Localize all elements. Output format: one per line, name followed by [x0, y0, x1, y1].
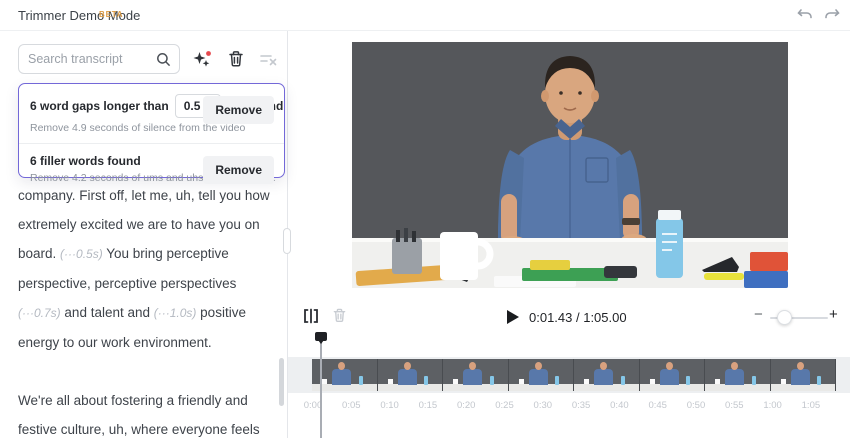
- playhead-handle[interactable]: [315, 332, 327, 341]
- trim-clip-icon[interactable]: [302, 307, 320, 325]
- transcript-paragraph[interactable]: company. First off, let me, uh, tell you…: [18, 181, 276, 357]
- ai-suggestions-icon[interactable]: [192, 49, 212, 69]
- timeline-tick-label: 1:00: [763, 400, 782, 411]
- timeline-tick-label: 0:55: [725, 400, 744, 411]
- zoom-in-button[interactable]: +: [829, 306, 838, 323]
- video-player[interactable]: [352, 42, 788, 288]
- remove-gaps-button[interactable]: Remove: [203, 96, 274, 124]
- delete-transcript-icon[interactable]: [226, 49, 246, 69]
- search-box: [18, 44, 180, 74]
- video-scene: [352, 42, 788, 288]
- word-gaps-label-prefix: 6 word gaps longer than: [30, 99, 169, 113]
- timeline-tick-label: 0:30: [534, 400, 553, 411]
- playhead: [320, 333, 322, 438]
- filmstrip-thumbnail[interactable]: [378, 359, 444, 391]
- timeline-filmstrip[interactable]: [312, 359, 836, 391]
- redo-icon[interactable]: [823, 6, 841, 24]
- timeline-tick-label: 0:45: [648, 400, 667, 411]
- clear-edits-icon[interactable]: [258, 49, 278, 69]
- undo-icon[interactable]: [796, 6, 814, 24]
- zoom-slider-handle[interactable]: [777, 310, 792, 325]
- search-icon: [156, 52, 171, 67]
- remove-fillers-button[interactable]: Remove: [203, 156, 274, 184]
- header-bar: Trimmer Demo Mode BETA: [0, 0, 850, 31]
- timeline-tick-label: 0:25: [495, 400, 514, 411]
- delete-clip-icon[interactable]: [331, 307, 348, 324]
- filmstrip-thumbnail[interactable]: [443, 359, 509, 391]
- timeline-tick-label: 0:20: [457, 400, 476, 411]
- transcript-segment[interactable]: and talent and: [61, 305, 154, 320]
- word-gaps-suggestion: 6 word gaps longer than ▲▼ sec found Rem…: [19, 84, 284, 134]
- search-input[interactable]: [28, 46, 156, 72]
- beta-badge: BETA: [99, 10, 123, 19]
- timeline-tick-label: 0:10: [380, 400, 399, 411]
- timeline-labels: 0:000:050:100:150:200:250:300:350:400:45…: [0, 400, 850, 414]
- filmstrip-thumbnail[interactable]: [771, 359, 837, 391]
- gap-threshold-input[interactable]: [184, 99, 204, 113]
- filmstrip-thumbnail[interactable]: [509, 359, 575, 391]
- app-window: Trimmer Demo Mode BETA: [0, 0, 850, 438]
- transcript-scrollbar[interactable]: [279, 358, 284, 406]
- filmstrip-thumbnail[interactable]: [640, 359, 706, 391]
- timeline-tick-label: 0:40: [610, 400, 629, 411]
- ai-suggestion-panel: 6 word gaps longer than ▲▼ sec found Rem…: [18, 83, 285, 178]
- filmstrip-thumbnail[interactable]: [574, 359, 640, 391]
- timeline-tick-label: 0:15: [419, 400, 438, 411]
- timeline-tick-label: 0:50: [687, 400, 706, 411]
- zoom-out-button[interactable]: −: [754, 306, 763, 323]
- gap-marker[interactable]: (···0.7s): [18, 306, 61, 320]
- time-display: 0:01.43 / 1:05.00: [529, 310, 627, 325]
- filler-words-suggestion: 6 filler words found Remove 4.2 seconds …: [19, 144, 284, 184]
- filmstrip-thumbnail[interactable]: [705, 359, 771, 391]
- filler-words-label: 6 filler words found: [30, 154, 141, 168]
- play-button[interactable]: [506, 309, 520, 325]
- gap-marker[interactable]: (···0.5s): [60, 247, 103, 261]
- transcript-panel: 6 word gaps longer than ▲▼ sec found Rem…: [0, 31, 288, 438]
- timeline-tick-label: 1:05: [802, 400, 821, 411]
- timeline-tick-label: 0:35: [572, 400, 591, 411]
- panel-resize-handle[interactable]: [283, 228, 291, 254]
- timeline-tick-label: 0:05: [342, 400, 361, 411]
- gap-marker[interactable]: (···1.0s): [154, 306, 197, 320]
